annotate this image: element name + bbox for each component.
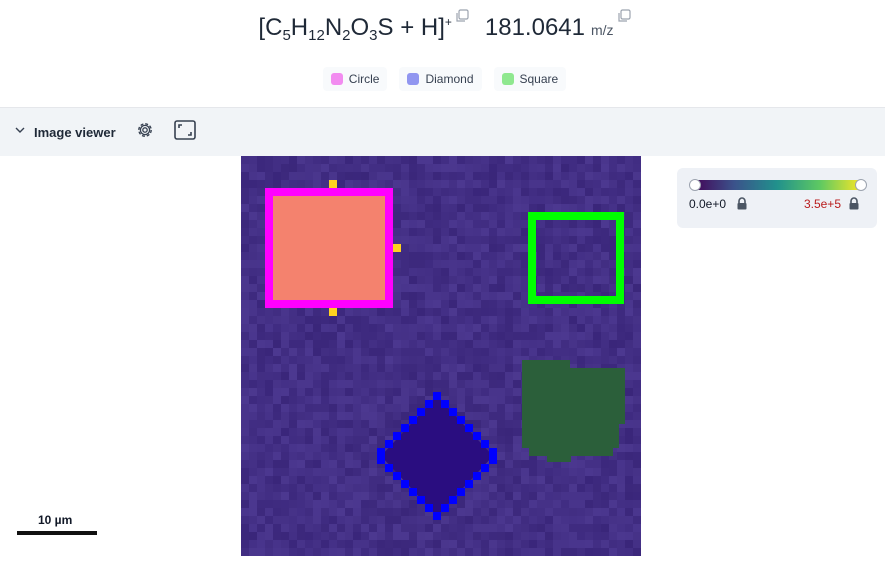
molecular-formula: [C5H12N2O3S + H]+ xyxy=(258,14,452,44)
formula-nitrogen: N xyxy=(324,14,343,41)
colorbar-min-handle[interactable] xyxy=(689,179,701,191)
colorbar-max-label: 3.5e+5 xyxy=(803,197,841,211)
gear-icon xyxy=(135,120,155,145)
legend-label-circle: Circle xyxy=(348,72,380,86)
formula-hydrogen: H xyxy=(290,14,309,41)
chevron-down-icon xyxy=(14,123,26,141)
legend-label-diamond: Diamond xyxy=(425,72,474,86)
formula-rest: S + H] xyxy=(377,14,445,41)
roi-circle[interactable] xyxy=(265,180,401,316)
settings-button[interactable] xyxy=(132,119,158,145)
colorbar-panel: 0.0e+0 3.5e+5 xyxy=(677,168,877,228)
mz-unit: m/z xyxy=(591,22,614,38)
ion-header: [C5H12N2O3S + H]+ 181.0641 m/z xyxy=(0,9,889,54)
fullscreen-button[interactable] xyxy=(172,119,198,145)
roi-circle-handle-right[interactable] xyxy=(393,244,401,252)
formula-charge: + xyxy=(444,15,452,29)
legend-swatch-circle xyxy=(330,73,343,85)
legend-swatch-square xyxy=(501,73,514,85)
formula-hydrogen-count: 12 xyxy=(308,27,325,44)
colorbar-gradient xyxy=(691,180,863,190)
formula-carbon-count: 5 xyxy=(282,27,291,44)
colorbar-min-label: 0.0e+0 xyxy=(689,197,727,211)
roi-circle-handle-top[interactable] xyxy=(329,180,337,188)
roi-square-fill xyxy=(522,360,625,462)
image-viewer-toolbar: Image viewer xyxy=(0,107,885,156)
scalebar-label: 10 µm xyxy=(38,513,73,527)
scalebar-line xyxy=(17,531,97,535)
formula-nitrogen-count: 2 xyxy=(342,27,351,44)
lock-icon[interactable] xyxy=(736,197,748,210)
roi-legend: Circle Diamond Square xyxy=(0,67,889,91)
ion-image[interactable] xyxy=(241,156,641,556)
legend-swatch-diamond xyxy=(407,73,420,85)
legend-item-diamond[interactable]: Diamond xyxy=(399,67,482,91)
image-viewer-toggle[interactable]: Image viewer xyxy=(14,123,116,141)
colorbar-max-handle[interactable] xyxy=(855,179,867,191)
copy-formula-icon[interactable] xyxy=(455,9,469,23)
copy-mz-icon[interactable] xyxy=(617,9,631,23)
roi-circle-fill xyxy=(270,191,387,303)
image-viewer-title: Image viewer xyxy=(34,124,116,140)
ion-image-canvas xyxy=(241,156,641,556)
formula-carbon: C xyxy=(265,14,283,41)
fullscreen-icon xyxy=(173,119,196,145)
legend-item-circle[interactable]: Circle xyxy=(322,67,388,91)
formula-oxygen: O xyxy=(350,14,370,41)
roi-circle-handle-bottom[interactable] xyxy=(329,308,337,316)
mz-value: 181.0641 xyxy=(484,14,585,41)
lock-icon[interactable] xyxy=(848,197,860,210)
formula-oxygen-count: 3 xyxy=(369,27,378,44)
legend-item-square[interactable]: Square xyxy=(493,67,567,91)
legend-label-square: Square xyxy=(519,72,559,86)
